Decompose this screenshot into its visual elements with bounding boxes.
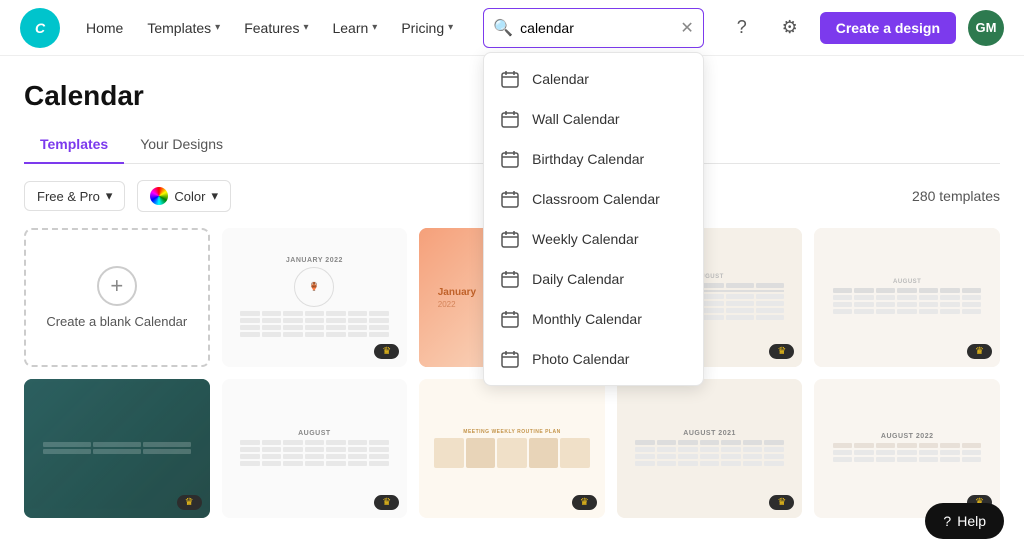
header-right: ? ⚙ Create a design GM: [724, 10, 1004, 46]
pro-badge: ♛: [374, 495, 399, 510]
calendar-icon: [500, 349, 520, 369]
crown-icon: ♛: [975, 346, 984, 357]
logo-text: C: [35, 20, 45, 36]
calendar-icon: [500, 69, 520, 89]
help-button[interactable]: ? Help: [925, 503, 1004, 539]
template-card[interactable]: AUGUST 2022 ♛: [814, 379, 1000, 518]
dropdown-item-classroom-calendar[interactable]: Classroom Calendar: [484, 179, 703, 219]
chevron-down-icon: ▾: [211, 188, 218, 204]
chevron-down-icon: ▾: [106, 188, 113, 204]
pro-badge: ♛: [177, 495, 202, 510]
header: C Home Templates ▾ Features ▾ Learn ▾ Pr…: [0, 0, 1024, 56]
pro-badge: ♛: [572, 495, 597, 510]
calendar-icon: [500, 229, 520, 249]
create-blank-card[interactable]: + Create a blank Calendar: [24, 228, 210, 367]
template-card[interactable]: AUGUST 2021 ♛: [617, 379, 803, 518]
crown-icon: ♛: [777, 497, 786, 508]
template-count: 280 templates: [912, 188, 1000, 204]
color-wheel-icon: [150, 187, 168, 205]
chevron-down-icon: ▾: [372, 22, 377, 33]
template-card[interactable]: AUGUST ♛: [222, 379, 408, 518]
dropdown-item-birthday-calendar[interactable]: Birthday Calendar: [484, 139, 703, 179]
search-container: 🔍 ✕ Calendar: [483, 8, 704, 48]
nav-templates[interactable]: Templates ▾: [137, 14, 230, 42]
template-card[interactable]: MEETING WEEKLY ROUTINE PLAN ♛: [419, 379, 605, 518]
canva-logo[interactable]: C: [20, 8, 60, 48]
search-icon: 🔍: [493, 18, 513, 38]
chevron-down-icon: ▾: [303, 22, 308, 33]
clear-search-button[interactable]: ✕: [680, 18, 693, 38]
template-card[interactable]: ♛: [24, 379, 210, 518]
dropdown-item-monthly-calendar[interactable]: Monthly Calendar: [484, 299, 703, 339]
calendar-icon: [500, 149, 520, 169]
nav-pricing[interactable]: Pricing ▾: [391, 14, 463, 42]
pro-badge: ♛: [374, 344, 399, 359]
main-nav: Home Templates ▾ Features ▾ Learn ▾ Pric…: [76, 14, 463, 42]
pro-badge: ♛: [967, 344, 992, 359]
calendar-icon: [500, 189, 520, 209]
dropdown-item-calendar[interactable]: Calendar: [484, 59, 703, 99]
dropdown-item-daily-calendar[interactable]: Daily Calendar: [484, 259, 703, 299]
plus-icon: +: [97, 266, 137, 306]
template-card[interactable]: JANUARY 2022 🏺 ♛: [222, 228, 408, 367]
pro-badge: ♛: [769, 344, 794, 359]
crown-icon: ♛: [185, 497, 194, 508]
search-dropdown: Calendar Wall Calendar: [483, 52, 704, 386]
calendar-icon: [500, 109, 520, 129]
settings-icon-button[interactable]: ⚙: [772, 10, 808, 46]
dropdown-item-weekly-calendar[interactable]: Weekly Calendar: [484, 219, 703, 259]
tab-your-designs[interactable]: Your Designs: [124, 128, 239, 164]
crown-icon: ♛: [382, 346, 391, 357]
nav-home[interactable]: Home: [76, 14, 133, 42]
filter-color-button[interactable]: Color ▾: [137, 180, 231, 212]
crown-icon: ♛: [382, 497, 391, 508]
crown-icon: ♛: [777, 346, 786, 357]
help-icon: ?: [943, 513, 951, 529]
calendar-icon: [500, 269, 520, 289]
chevron-down-icon: ▾: [448, 22, 453, 33]
nav-learn[interactable]: Learn ▾: [322, 14, 387, 42]
filter-free-pro-button[interactable]: Free & Pro ▾: [24, 181, 125, 211]
crown-icon: ♛: [580, 497, 589, 508]
avatar[interactable]: GM: [968, 10, 1004, 46]
blank-card-label: Create a blank Calendar: [38, 314, 195, 329]
dropdown-item-wall-calendar[interactable]: Wall Calendar: [484, 99, 703, 139]
calendar-icon: [500, 309, 520, 329]
pro-badge: ♛: [769, 495, 794, 510]
tab-templates[interactable]: Templates: [24, 128, 124, 164]
create-design-button[interactable]: Create a design: [820, 12, 956, 44]
help-icon-button[interactable]: ?: [724, 10, 760, 46]
dropdown-item-photo-calendar[interactable]: Photo Calendar: [484, 339, 703, 379]
template-card[interactable]: AUGUST ♛: [814, 228, 1000, 367]
chevron-down-icon: ▾: [215, 22, 220, 33]
nav-features[interactable]: Features ▾: [234, 14, 318, 42]
search-input[interactable]: [483, 8, 704, 48]
